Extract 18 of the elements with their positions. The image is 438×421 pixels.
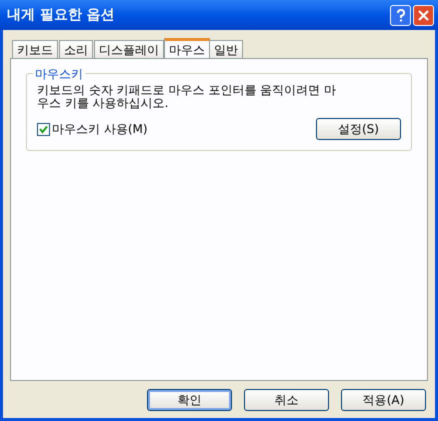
checkbox[interactable]: [37, 122, 50, 136]
help-icon: [396, 8, 406, 22]
tab[interactable]: 소리: [59, 40, 93, 58]
mouse-keys-checkbox[interactable]: 마우스키 사용(M): [37, 120, 148, 138]
help-button[interactable]: [390, 4, 411, 26]
check-icon: [39, 124, 48, 134]
close-button[interactable]: [413, 4, 434, 26]
tab[interactable]: 디스플레이: [94, 40, 164, 58]
description-text: 키보드의 숫자 키패드로 마우스 포인터를 움직이려면 마우스 키를 사용하십시오.: [37, 84, 337, 110]
window-title: 내게 필요한 옵션: [6, 6, 115, 24]
dialog-button[interactable]: 취소: [244, 389, 329, 411]
dialog-button[interactable]: 확인: [147, 389, 232, 411]
tab[interactable]: 키보드: [12, 40, 58, 58]
tab[interactable]: 마우스: [164, 38, 210, 58]
dialog-button[interactable]: 적용(A): [341, 389, 426, 411]
tab[interactable]: 일반: [209, 40, 243, 58]
close-icon: [418, 10, 429, 20]
settings-button[interactable]: 설정(S): [316, 118, 401, 140]
